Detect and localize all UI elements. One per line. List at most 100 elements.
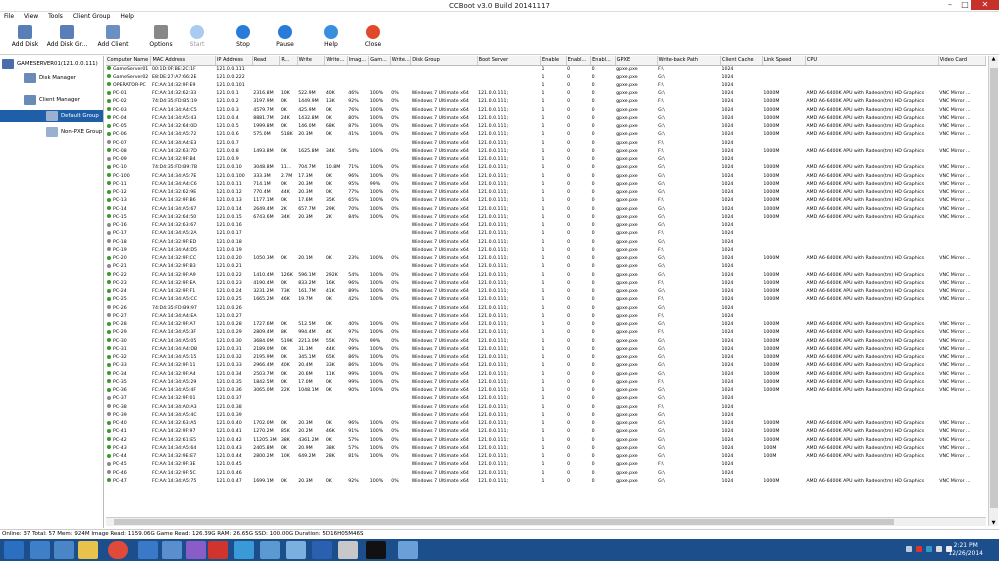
table-row[interactable]: PC-16 FC:AA:14:32:63:67 121.0.0.16 Windows …	[106, 222, 986, 230]
table-row[interactable]: PC-42 FC:AA:14:32:61:E5 121.0.0.42 11205.3M…	[106, 437, 986, 445]
media-app-icon[interactable]	[186, 541, 206, 559]
command-prompt-icon[interactable]	[366, 541, 386, 559]
table-row[interactable]: PC-24 FC:AA:14:32:9F:F1 121.0.0.24 3231.2M 7…	[106, 288, 986, 296]
table-row[interactable]: PC-41 FC:AA:14:32:9F:97 121.0.0.41 1270.2M 8…	[106, 428, 986, 436]
table-row[interactable]: PC-22 FC:AA:14:32:9F:A9 121.0.0.22 1410.4M 1…	[106, 272, 986, 280]
column-header[interactable]: Disk Group	[410, 56, 478, 66]
table-row[interactable]: PC-15 FC:AA:14:32:64:50 121.0.0.15 6743.6M 3…	[106, 214, 986, 222]
start-button[interactable]: Start	[176, 24, 218, 54]
help-button[interactable]: Help	[310, 24, 352, 54]
table-row[interactable]: PC-45 FC:AA:14:32:9F:3E 121.0.0.45 Windows …	[106, 461, 986, 469]
table-row[interactable]: PC-37 FC:AA:14:32:9F:01 121.0.0.37 Windows …	[106, 395, 986, 403]
column-header[interactable]: Imag...	[347, 56, 370, 66]
table-row[interactable]: PC-44 FC:AA:14:32:9E:E7 121.0.0.44 2800.2M 1…	[106, 453, 986, 461]
word-icon[interactable]	[312, 541, 332, 559]
tray-app-icon[interactable]	[916, 546, 922, 552]
column-header[interactable]: IP Address	[215, 56, 253, 66]
tree-item-default-group[interactable]: Default Group	[0, 110, 103, 122]
vertical-scrollbar[interactable]: ▲ ▼	[988, 56, 998, 526]
table-row[interactable]: PC-40 FC:AA:14:32:63:A5 121.0.0.40 1702.0M 0…	[106, 420, 986, 428]
stop-button[interactable]: Stop	[222, 24, 264, 54]
table-row[interactable]: PC-13 FC:AA:14:32:9F:B6 121.0.0.13 1177.1M 0…	[106, 197, 986, 205]
column-header[interactable]: GPXE	[615, 56, 658, 66]
tree-item-gameserver01-121-0-0-111[interactable]: GAMESERVER01(121.0.0.111)	[2, 58, 98, 70]
table-row[interactable]: PC-05 FC:AA:14:32:64:0D 121.0.0.5 1999.8M 0K…	[106, 123, 986, 131]
table-row[interactable]: PC-27 FC:AA:14:34:A4:EA 121.0.0.27 Windows …	[106, 313, 986, 321]
table-row[interactable]: PC-23 FC:AA:14:32:9F:EA 121.0.0.23 4190.4M 0…	[106, 280, 986, 288]
table-row[interactable]: PC-36 FC:AA:14:34:A5:4F 121.0.0.36 3065.0M 2…	[106, 387, 986, 395]
table-row[interactable]: PC-33 FC:AA:14:32:9F:11 121.0.0.33 2966.4M 4…	[106, 362, 986, 370]
table-row[interactable]: PC-01 FC:AA:14:32:62:33 121.0.0.1 2316.8M 10…	[106, 90, 986, 98]
add-disk-gr-button[interactable]: Add Disk Gr...	[46, 24, 88, 54]
network-icon[interactable]	[936, 546, 942, 552]
table-row[interactable]: PC-35 FC:AA:14:34:A5:29 121.0.0.35 1842.5M 0…	[106, 379, 986, 387]
horizontal-scroll-thumb[interactable]	[114, 519, 894, 525]
column-header[interactable]: Enabl...	[590, 56, 616, 66]
teamviewer-icon[interactable]	[234, 541, 254, 559]
column-header[interactable]: Enable	[540, 56, 567, 66]
table-row[interactable]: PC-26 74:D4:35:FD:B9:97 121.0.0.26 Windows …	[106, 305, 986, 313]
column-header[interactable]: Write-back Path	[657, 56, 721, 66]
table-row[interactable]: PC-38 FC:AA:14:34:A0:A3 121.0.0.38 Windows …	[106, 404, 986, 412]
menu-file[interactable]: File	[0, 12, 18, 21]
table-row[interactable]: PC-46 FC:AA:14:32:9F:5C 121.0.0.46 Windows …	[106, 470, 986, 478]
column-header[interactable]: Write...	[390, 56, 412, 66]
computer-icon[interactable]	[162, 541, 182, 559]
add-client-button[interactable]: Add Client	[92, 24, 134, 54]
table-row[interactable]: PC-02 74:D4:35:FD:B5:19 121.0.0.2 3197.9M 0K…	[106, 98, 986, 106]
server-manager-icon[interactable]	[30, 541, 50, 559]
table-row[interactable]: GameServer02 E8:DE:27:A7:66:2E 121.0.0.222…	[106, 74, 986, 82]
table-row[interactable]: PC-29 FC:AA:14:34:A5:3F 121.0.0.29 2809.4M 8…	[106, 329, 986, 337]
table-row[interactable]: PC-21 FC:AA:14:32:9F:B3 121.0.0.21 Windows …	[106, 263, 986, 271]
settings-icon[interactable]	[338, 541, 358, 559]
file-explorer-icon[interactable]	[78, 541, 98, 559]
minimize-button[interactable]: –	[942, 0, 958, 10]
column-header[interactable]: Link Speed	[762, 56, 806, 66]
column-header[interactable]: Video Card	[938, 56, 986, 66]
column-header[interactable]: CPU	[805, 56, 939, 66]
close-window-button[interactable]: ✕	[971, 0, 999, 10]
vertical-scroll-thumb[interactable]	[990, 68, 998, 508]
menu-view[interactable]: View	[20, 12, 42, 21]
column-header[interactable]: Write	[297, 56, 326, 66]
column-header[interactable]: Boot Server	[477, 56, 542, 66]
powershell-icon[interactable]	[54, 541, 74, 559]
remote-desktop-icon[interactable]	[260, 541, 280, 559]
column-header[interactable]: Write...	[324, 56, 348, 66]
pause-button[interactable]: Pause	[264, 24, 306, 54]
table-row[interactable]: PC-47 FC:AA:14:34:A5:75 121.0.0.47 1699.1M 0…	[106, 478, 986, 486]
table-row[interactable]: PC-14 FC:AA:14:34:A5:67 121.0.0.14 2649.4M 2…	[106, 206, 986, 214]
clock[interactable]: 2:21 PM 12/26/2014	[948, 542, 983, 558]
column-header[interactable]: Client Cache	[720, 56, 763, 66]
network-app-icon[interactable]	[138, 541, 158, 559]
add-disk-button[interactable]: Add Disk	[4, 24, 46, 54]
tree-item-non-pxe-group[interactable]: Non-PXE Group	[46, 126, 102, 138]
scroll-down-icon[interactable]: ▼	[989, 520, 998, 526]
tree-item-client-manager[interactable]: Client Manager	[24, 94, 80, 106]
table-row[interactable]: PC-18 FC:AA:14:32:9F:ED 121.0.0.18 Windows …	[106, 239, 986, 247]
table-row[interactable]: PC-12 FC:AA:14:32:62:9E 121.0.0.12 770.4M 44…	[106, 189, 986, 197]
vnc-viewer-icon[interactable]	[208, 541, 228, 559]
column-header[interactable]: Read	[252, 56, 281, 66]
table-row[interactable]: PC-11 FC:AA:14:34:A4:C6 121.0.0.11 714.1M 0K…	[106, 181, 986, 189]
table-row[interactable]: PC-06 FC:AA:14:34:A5:72 121.0.0.6 575.0M 518…	[106, 131, 986, 139]
close-button[interactable]: Close	[352, 24, 394, 54]
table-row[interactable]: PC-03 FC:AA:14:34:A4:C5 121.0.0.3 4579.7M 0K…	[106, 107, 986, 115]
scroll-up-icon[interactable]: ▲	[989, 56, 998, 62]
column-header[interactable]: R...	[279, 56, 298, 66]
table-row[interactable]: PC-04 FC:AA:14:34:A5:43 121.0.0.4 8881.7M 24…	[106, 115, 986, 123]
column-header[interactable]: Computer Name	[106, 56, 152, 66]
chrome-icon[interactable]	[108, 541, 128, 559]
table-row[interactable]: PC-30 FC:AA:14:34:A5:05 121.0.0.30 3684.0M 5…	[106, 338, 986, 346]
table-row[interactable]: PC-32 FC:AA:14:34:A5:15 121.0.0.32 2195.9M 0…	[106, 354, 986, 362]
table-row[interactable]: GameServer01 00:1D:0F:BE:2C:1F 121.0.0.111…	[106, 65, 986, 74]
table-row[interactable]: PC-08 FC:AA:14:32:63:7D 121.0.0.8 1493.8M 0K…	[106, 148, 986, 156]
table-row[interactable]: PC-17 FC:AA:14:34:A5:2A 121.0.0.17 Windows …	[106, 230, 986, 238]
menu-client-group[interactable]: Client Group	[69, 12, 115, 21]
table-row[interactable]: OPERATOR-PC FC:AA:14:32:9F:E9 121.0.0.101 1…	[106, 82, 986, 90]
column-header[interactable]: Gam...	[368, 56, 391, 66]
table-row[interactable]: PC-07 FC:AA:14:34:A4:E3 121.0.0.7 Windows 7…	[106, 140, 986, 148]
column-header[interactable]: MAC Address	[150, 56, 216, 66]
tray-sync-icon[interactable]	[926, 546, 932, 552]
column-header[interactable]: Enabl...	[566, 56, 592, 66]
